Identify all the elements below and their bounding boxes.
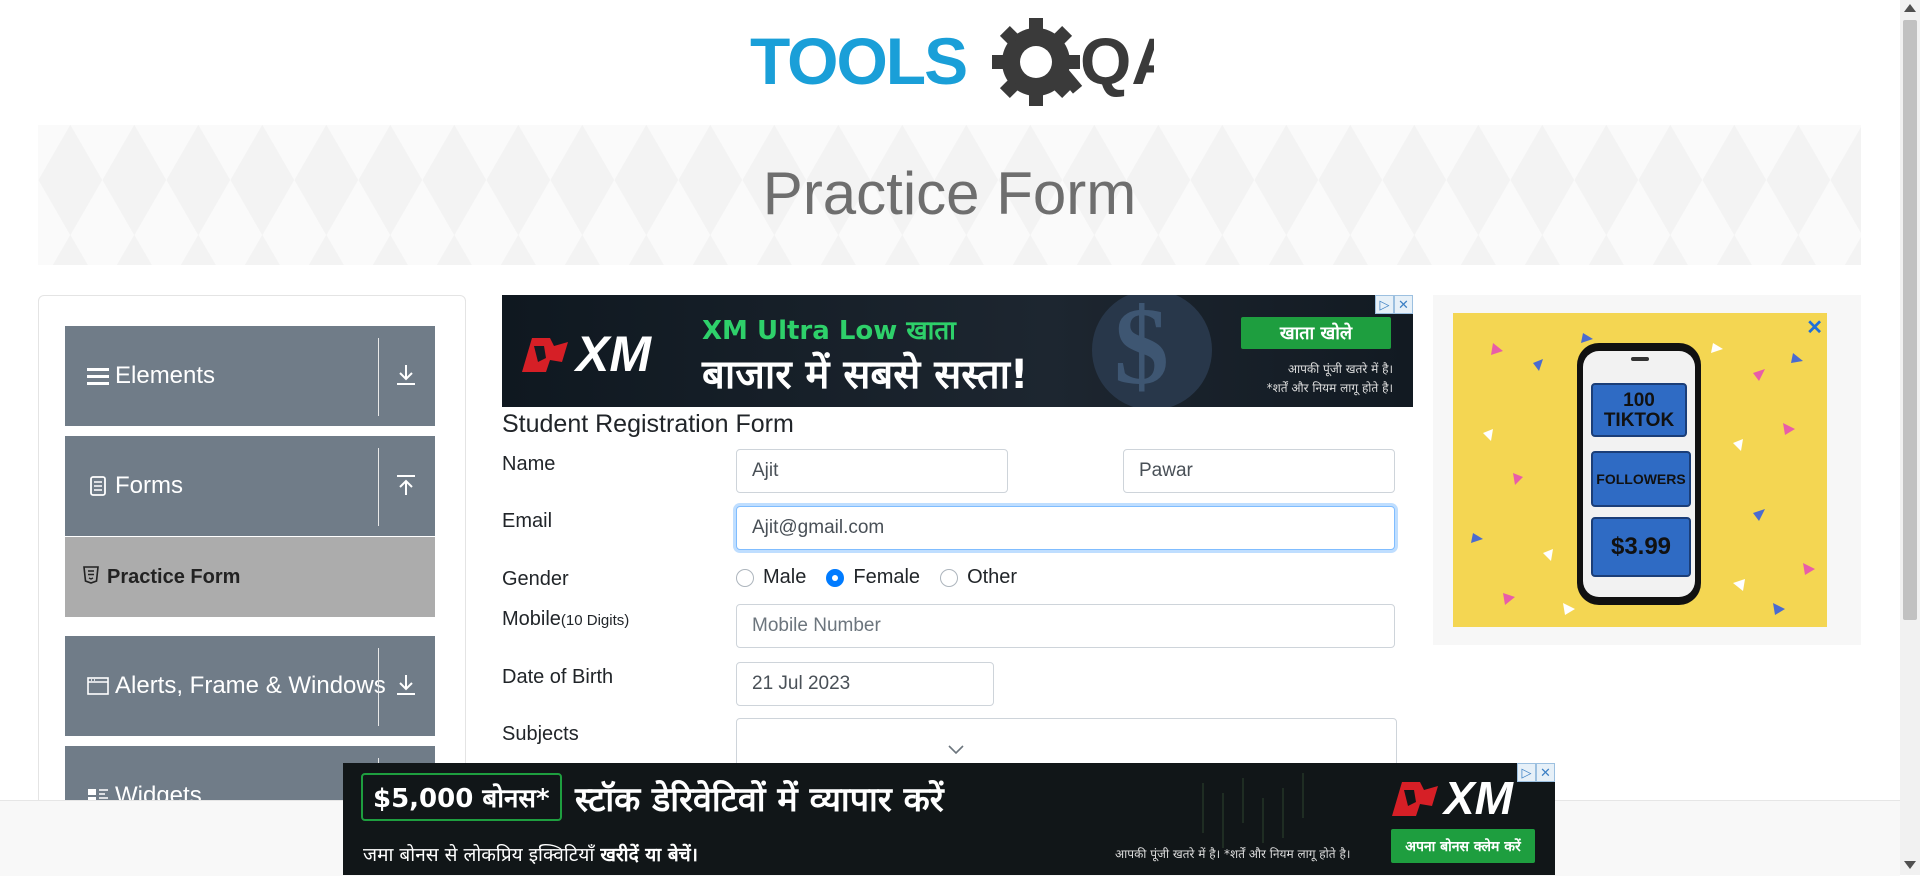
ad-disclaimer-2: *शर्तें और नियम लागू होते है। xyxy=(1266,381,1393,395)
divider xyxy=(378,648,379,726)
svg-text:$: $ xyxy=(1114,295,1169,407)
ad-text-followers: FOLLOWERS xyxy=(1596,471,1686,487)
gender-radio-group: Male Female Other xyxy=(736,566,1037,589)
ad-text-tiktok: TIKTOK xyxy=(1603,410,1675,431)
gender-male-radio[interactable] xyxy=(736,568,754,587)
gender-other-option[interactable]: Other xyxy=(940,566,1017,589)
sidebar: Elements Forms Practice Form Alerts, Fra… xyxy=(38,295,466,817)
scroll-down-arrow-icon[interactable] xyxy=(1904,861,1916,869)
adchoices-icon[interactable]: ▷ xyxy=(1517,763,1536,782)
gender-male-label: Male xyxy=(763,566,807,588)
html5-icon xyxy=(83,565,103,589)
download-arrow-icon[interactable] xyxy=(391,670,421,700)
email-label: Email xyxy=(502,510,553,532)
sidebar-group-label: Forms xyxy=(115,472,183,499)
ad-close-icon[interactable]: ✕ xyxy=(1536,763,1555,782)
upload-arrow-icon[interactable] xyxy=(391,470,421,500)
mobile-label-text: Mobile xyxy=(502,608,561,630)
mobile-label: Mobile(10 Digits) xyxy=(502,608,629,631)
email-input[interactable] xyxy=(736,506,1395,550)
sidebar-group-label: Alerts, Frame & Windows xyxy=(115,672,386,699)
name-label: Name xyxy=(502,453,556,475)
ad-subline-text: जमा बोनस से लोकप्रिय इक्विटियाँ xyxy=(363,844,601,866)
xm-logo: XM xyxy=(1390,771,1513,825)
sidebar-group-elements[interactable]: Elements xyxy=(65,326,435,426)
ad-headline-2: बाजार में सबसे सस्ता! xyxy=(702,352,1029,398)
ad-price: $3.99 xyxy=(1610,533,1672,560)
form-title: Student Registration Form xyxy=(502,410,794,438)
date-of-birth-input[interactable] xyxy=(736,662,994,706)
page-title: Practice Form xyxy=(762,160,1137,227)
chevron-down-icon[interactable] xyxy=(947,743,965,761)
last-name-input[interactable] xyxy=(1123,449,1395,493)
ad-cta-button[interactable]: अपना बोनस क्लेम करें xyxy=(1391,829,1535,863)
scrollbar-thumb[interactable] xyxy=(1903,20,1917,620)
page-scrollbar[interactable] xyxy=(1900,0,1920,875)
adchoices-icon[interactable]: ▷ xyxy=(1375,295,1394,314)
sidebar-group-alerts[interactable]: Alerts, Frame & Windows xyxy=(65,636,435,736)
ad-close-icon[interactable]: ✕ xyxy=(1394,295,1413,314)
gender-female-radio[interactable] xyxy=(826,568,845,587)
ad-subline: जमा बोनस से लोकप्रिय इक्विटियाँ खरीदें य… xyxy=(363,841,698,867)
toolsqa-logo[interactable]: TOOLS QA xyxy=(750,18,1179,114)
ad-cta-button[interactable]: खाता खोले xyxy=(1241,317,1391,349)
gear-icon xyxy=(992,18,1083,106)
ad-headline: XM Ultra Low खाता xyxy=(702,316,956,346)
ad-banner-top[interactable]: $ XM XM Ultra Low खाता बाजार में सबसे सस… xyxy=(502,295,1413,407)
ad-headline: स्टॉक डेरिवेटिवों में व्यापार करें xyxy=(575,780,944,820)
gender-male-option[interactable]: Male xyxy=(736,566,806,589)
gender-label: Gender xyxy=(502,568,569,590)
mobile-number-input[interactable] xyxy=(736,604,1395,648)
subjects-label: Subjects xyxy=(502,723,579,745)
ad-banner-right[interactable]: 100 TIKTOK FOLLOWERS $3.99 ✕ xyxy=(1433,295,1861,645)
download-arrow-icon[interactable] xyxy=(391,360,421,390)
ad-banner-bottom[interactable]: $5,000 बोनस* स्टॉक डेरिवेटिवों में व्याप… xyxy=(343,763,1555,875)
mobile-hint: (10 Digits) xyxy=(560,612,630,629)
divider xyxy=(378,338,379,416)
hamburger-icon xyxy=(85,366,111,386)
document-icon xyxy=(85,476,111,496)
ad-disclaimer: आपकी पूंजी खतरे में है। xyxy=(1287,362,1393,376)
phone-graphic: 100 TIKTOK FOLLOWERS $3.99 xyxy=(1577,343,1701,605)
divider xyxy=(378,448,379,526)
dob-label: Date of Birth xyxy=(502,666,614,688)
first-name-input[interactable] xyxy=(736,449,1008,493)
ad-bonus-badge: $5,000 बोनस* xyxy=(361,773,562,821)
ad-close-icon[interactable]: ✕ xyxy=(1806,315,1823,340)
gender-female-label: Female xyxy=(853,566,921,588)
logo-text-tools: TOOLS xyxy=(750,24,966,98)
sidebar-group-label: Elements xyxy=(115,362,216,389)
sidebar-item-label: Practice Form xyxy=(107,565,241,588)
gender-other-label: Other xyxy=(967,566,1018,588)
sidebar-item-practice-form[interactable]: Practice Form xyxy=(65,537,435,617)
page-banner: Practice Form xyxy=(38,125,1861,265)
gender-female-option[interactable]: Female xyxy=(826,566,920,589)
gender-other-radio[interactable] xyxy=(940,568,959,587)
sidebar-group-forms[interactable]: Forms xyxy=(65,436,435,536)
ad-disclaimer: आपकी पूंजी खतरे में है। *शर्तें और नियम … xyxy=(1115,847,1351,861)
window-icon xyxy=(85,676,111,696)
xm-logo: XM xyxy=(520,325,651,383)
ad-tiktok-creative: 100 TIKTOK FOLLOWERS $3.99 ✕ xyxy=(1453,313,1827,627)
ad-text-100: 100 xyxy=(1623,390,1655,411)
logo-text-qa: QA xyxy=(1080,24,1154,98)
ad-subline-bold: खरीदें या बेचें। xyxy=(600,844,698,866)
scroll-up-arrow-icon[interactable] xyxy=(1904,4,1916,12)
